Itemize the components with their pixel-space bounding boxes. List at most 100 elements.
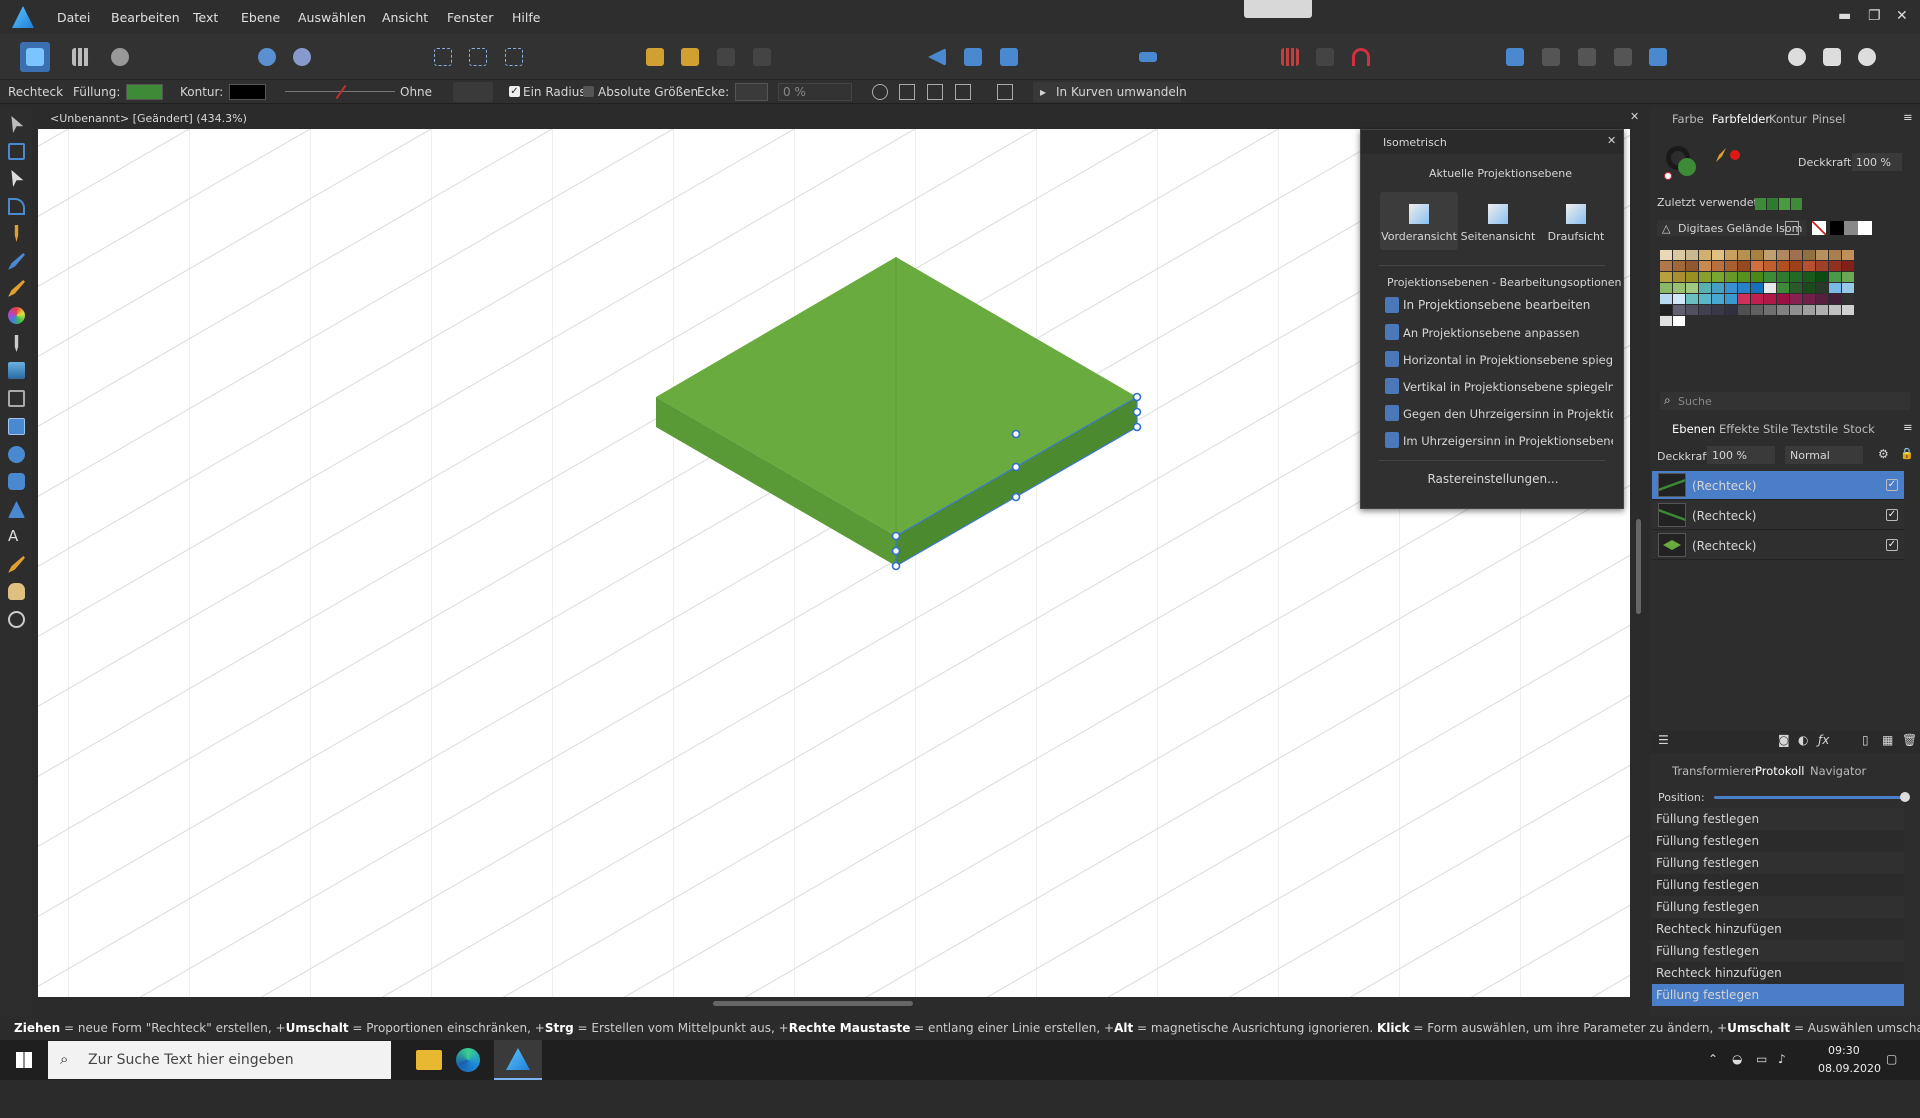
color-swatch[interactable] [1738, 250, 1750, 260]
preferences-icon[interactable] [1852, 42, 1882, 72]
recent-color-swatch[interactable] [1767, 198, 1778, 210]
color-swatch[interactable] [1686, 272, 1698, 282]
color-swatch[interactable] [1790, 305, 1802, 315]
layers-stack-icon[interactable]: ☰ [1658, 733, 1669, 747]
color-swatch[interactable] [1829, 283, 1841, 293]
iso-option-fit-to-plane[interactable]: An Projektionsebene anpassen [1377, 321, 1607, 343]
color-swatch[interactable] [1777, 283, 1789, 293]
tab-ebenen[interactable]: Ebenen [1672, 422, 1715, 436]
color-swatch[interactable] [1842, 261, 1854, 271]
tab-transformieren[interactable]: Transformieren [1672, 764, 1758, 778]
color-swatch[interactable] [1738, 283, 1750, 293]
color-swatch[interactable] [1777, 261, 1789, 271]
recent-color-swatch[interactable] [1779, 198, 1790, 210]
layer-row[interactable]: (Rechteck) ✓ [1652, 501, 1904, 530]
tab-kontur[interactable]: Kontur [1769, 112, 1807, 126]
add-layer-icon[interactable]: ▯ [1862, 733, 1869, 747]
color-swatch[interactable] [1829, 261, 1841, 271]
color-swatch[interactable] [1738, 305, 1750, 315]
color-swatch[interactable] [1660, 305, 1672, 315]
file-explorer-icon[interactable] [416, 1050, 442, 1070]
stroke-swatch[interactable] [229, 84, 266, 100]
magnet-icon[interactable] [1346, 42, 1376, 72]
text-tool-icon[interactable]: A [8, 528, 25, 545]
handle-rotate[interactable] [1011, 429, 1021, 439]
export-persona-icon[interactable] [105, 42, 135, 72]
triangle-tool-icon[interactable] [8, 501, 25, 518]
layer-row[interactable]: (Rechteck) ✓ [1652, 471, 1904, 500]
color-swatch[interactable] [1790, 283, 1802, 293]
affinity-logo-icon[interactable] [12, 6, 34, 28]
color-swatch[interactable] [1764, 261, 1776, 271]
corner-type-select[interactable] [735, 83, 768, 101]
arrange-back-icon[interactable] [640, 42, 670, 72]
fill-color-well[interactable] [1678, 158, 1696, 176]
history-item[interactable]: Füllung festlegen [1652, 808, 1904, 830]
windows-start-icon[interactable] [16, 1052, 32, 1068]
color-swatch[interactable] [1660, 261, 1672, 271]
rotate-left-icon[interactable] [958, 42, 988, 72]
fill-tool-icon[interactable] [8, 307, 25, 324]
color-swatch[interactable] [1816, 294, 1828, 304]
color-swatch[interactable] [1816, 305, 1828, 315]
menu-auswaehlen[interactable]: Auswählen [298, 10, 366, 25]
color-swatch[interactable] [1751, 294, 1763, 304]
bounds-icon[interactable] [955, 84, 971, 100]
iso-option-edit-in-plane[interactable]: In Projektionsebene bearbeiten [1377, 294, 1607, 316]
color-picker-tool-icon[interactable] [8, 556, 25, 573]
recent-color-swatch[interactable] [1791, 198, 1802, 210]
affinity-taskbar-button[interactable] [494, 1040, 542, 1080]
color-swatch[interactable] [1673, 250, 1685, 260]
move-tool-icon[interactable] [11, 116, 24, 133]
color-swatch[interactable] [1790, 250, 1802, 260]
color-swatch[interactable] [1686, 305, 1698, 315]
clock-time[interactable]: 09:30 [1828, 1044, 1860, 1057]
boolean-add-icon[interactable] [1500, 42, 1530, 72]
color-swatch[interactable] [1699, 283, 1711, 293]
clip-icon[interactable] [1817, 42, 1847, 72]
iso-option-rotate-ccw[interactable]: Gegen den Uhrzeigersinn in Projektionseb… [1377, 402, 1613, 424]
resize-icon[interactable] [927, 84, 943, 100]
tray-chevron-icon[interactable]: ⌃ [1708, 1052, 1718, 1066]
layer-visibility-checkbox[interactable]: ✓ [1886, 539, 1898, 551]
top-view-button[interactable]: Draufsicht [1537, 192, 1615, 250]
color-swatch[interactable] [1803, 272, 1815, 282]
color-swatch[interactable] [1686, 250, 1698, 260]
clock-date[interactable]: 08.09.2020 [1818, 1062, 1881, 1075]
color-swatch[interactable] [1842, 272, 1854, 282]
iso-option-rotate-cw[interactable]: Im Uhrzeigersinn in Projektionsebene dre… [1377, 429, 1613, 451]
handle-r[interactable] [1132, 407, 1142, 417]
flip-horizontal-icon[interactable] [887, 42, 917, 72]
flip-vertical-icon[interactable] [922, 42, 952, 72]
isometric-panel-header[interactable]: Isometrisch ✕ [1361, 130, 1623, 154]
color-swatch[interactable] [1842, 250, 1854, 260]
artboard-tool-icon[interactable] [8, 143, 25, 160]
color-swatch[interactable] [1712, 305, 1724, 315]
tab-pinsel[interactable]: Pinsel [1812, 112, 1845, 126]
color-swatch[interactable] [1751, 261, 1763, 271]
color-swatch[interactable] [1660, 272, 1672, 282]
color-swatch[interactable] [1712, 294, 1724, 304]
color-swatch[interactable] [1764, 283, 1776, 293]
color-swatch[interactable] [1725, 294, 1737, 304]
document-close-icon[interactable]: ✕ [1630, 110, 1639, 123]
color-swatch[interactable] [1816, 250, 1828, 260]
history-item[interactable]: Füllung festlegen [1652, 874, 1904, 896]
history-item[interactable]: Füllung festlegen [1652, 830, 1904, 852]
color-swatch[interactable] [1829, 250, 1841, 260]
restore-icon[interactable]: ❐ [1868, 8, 1881, 24]
arrange-front-icon[interactable] [711, 42, 741, 72]
color-swatch[interactable] [1725, 261, 1737, 271]
boolean-divide-icon[interactable] [1643, 42, 1673, 72]
mask-icon[interactable] [1782, 42, 1812, 72]
color-swatch[interactable] [1660, 316, 1672, 326]
color-swatch[interactable] [1816, 283, 1828, 293]
color-swatch[interactable] [1777, 250, 1789, 260]
grid-settings-button[interactable]: Rastereinstellungen... [1415, 468, 1571, 490]
handle-tl[interactable] [891, 531, 901, 541]
color-swatch[interactable] [1725, 305, 1737, 315]
panel-menu-icon[interactable]: ≡ [1903, 110, 1913, 124]
color-swatch[interactable] [1764, 294, 1776, 304]
rounded-rectangle-tool-icon[interactable] [8, 473, 25, 490]
color-swatch[interactable] [1829, 294, 1841, 304]
